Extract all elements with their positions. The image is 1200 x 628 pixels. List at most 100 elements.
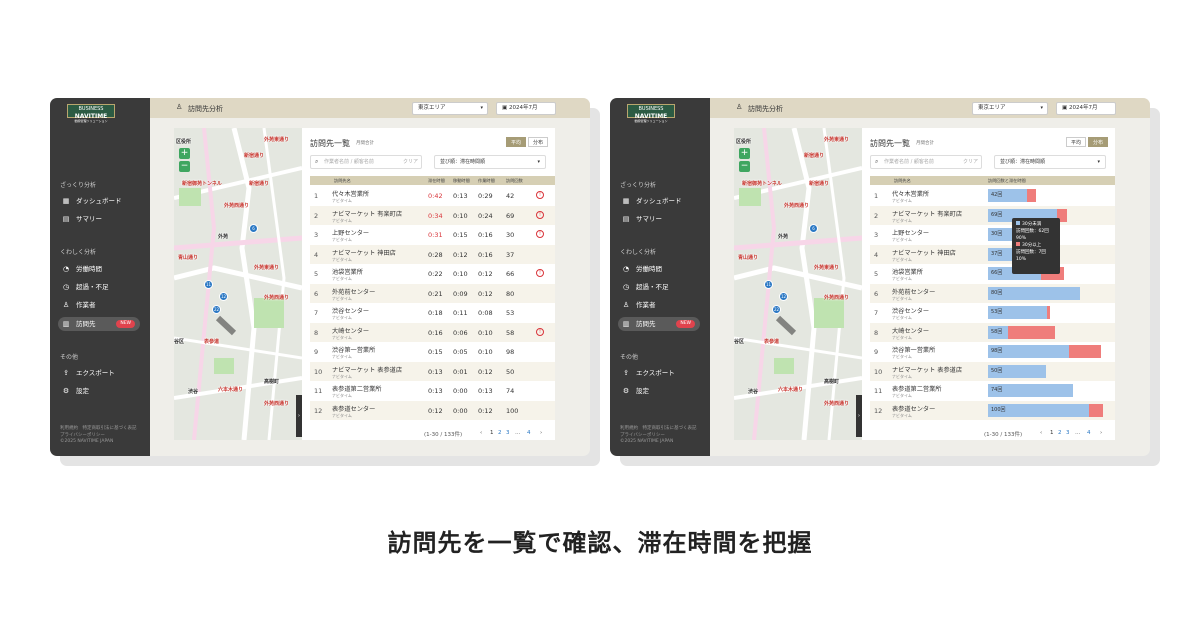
sidebar-item-settings[interactable]: ⚙ 設定 [58,384,140,398]
table-row[interactable]: 7 渋谷センター ナビタイム 53回 [870,303,1115,323]
map-pin[interactable]: 12 [219,292,228,301]
table-row[interactable]: 2 ナビマーケット 有楽町店 ナビタイム 69回 [870,205,1115,225]
map-pin[interactable]: 11 [764,280,773,289]
footer-terms-link[interactable]: 利用規約 特定商取引法に基づく表記 [620,426,697,433]
table-row[interactable]: 4 ナビマーケット 神田店 ナビタイム 0:28 0:12 0:16 37 [310,244,555,264]
area-select[interactable]: 東京エリア ▾ [972,102,1048,115]
bar-under-30[interactable]: 50回 [988,364,1046,378]
map-pin[interactable]: 12 [779,292,788,301]
pager-prev-button[interactable]: ‹ [1040,430,1042,436]
table-row[interactable]: 9 渋谷第一営業所 ナビタイム 0:15 0:05 0:10 98 [310,342,555,362]
pager-page-2[interactable]: 2 [1058,430,1062,436]
sidebar-item-dashboard[interactable]: ▦ ダッシュボード [58,194,140,208]
footer-terms-link[interactable]: 利用規約 特定商取引法に基づく表記 [60,426,137,433]
sidebar-item-summary[interactable]: ▤ サマリー [618,212,700,226]
bar-under-30[interactable]: 74回 [988,384,1074,397]
map-collapse-handle[interactable]: › [296,395,302,437]
month-select[interactable]: ▣ 2024年7月 [1056,102,1116,115]
zoom-in-button[interactable]: + [179,148,190,159]
bar-over-30[interactable] [1047,306,1051,319]
table-row[interactable]: 12 表参道センター ナビタイム 100回 [870,400,1115,420]
table-row[interactable]: 1 代々木営業所 ナビタイム 42回 [870,186,1115,206]
search-input[interactable]: ⌕ 作業者名前 / 顧客名前 クリア [310,155,422,169]
sidebar-item-workers[interactable]: ♙ 作業者 [58,298,140,312]
tooltip-text: 30分以上 [1022,243,1042,248]
table-header: 訪問先名 滞在時間 移動時間 作業時間 訪問回数 [310,176,555,185]
table-row[interactable]: 5 池袋営業所 ナビタイム 0:22 0:10 0:12 66! [310,264,555,284]
legend-swatch [1016,221,1020,225]
toggle-average[interactable]: 平均 [506,137,526,147]
table-row[interactable]: 10 ナビマーケット 表参道店 ナビタイム 50回 [870,361,1115,381]
sidebar-item-export[interactable]: ⇪ エクスポート [618,366,700,380]
bar-over-30[interactable] [1069,345,1101,358]
bar-under-30[interactable]: 100回 [988,403,1090,417]
bar-under-30[interactable]: 98回 [988,345,1070,358]
table-row[interactable]: 6 外苑前センター ナビタイム 80回 [870,283,1115,303]
table-row[interactable]: 3 上野センター ナビタイム 30回 [870,225,1115,245]
sidebar-item-settings[interactable]: ⚙ 設定 [618,384,700,398]
search-input[interactable]: ⌕ 作業者名前 / 顧客名前 クリア [870,155,982,169]
bar-under-30[interactable]: 53回 [988,306,1048,319]
bar-over-30[interactable] [1026,189,1037,202]
map-pin[interactable]: 22 [772,305,781,314]
sidebar-item-visits[interactable]: ▥ 訪問先 NEW [618,317,700,331]
map-pin[interactable]: 22 [212,305,221,314]
zoom-out-button[interactable]: − [739,161,750,172]
table-row[interactable]: 11 表参道第二営業所 ナビタイム 0:13 0:00 0:13 74 [310,381,555,401]
month-select[interactable]: ▣ 2024年7月 [496,102,556,115]
table-row[interactable]: 8 大崎センター ナビタイム 58回 [870,322,1115,342]
pager-page-last[interactable]: 4 [527,430,531,436]
sidebar-item-workers[interactable]: ♙ 作業者 [618,298,700,312]
map[interactable]: + − 区役所 新宿通り 外苑東通り 新宿御苑トンネル 新宿通り 外苑西通り 外… [174,128,302,440]
sidebar-item-work-hours[interactable]: ◔ 労働時間 [58,262,140,276]
bar-over-30[interactable] [1089,403,1103,417]
sidebar-item-over-under[interactable]: ◷ 超過・不足 [618,280,700,294]
pager-page-1[interactable]: 1 [1050,430,1054,436]
table-row[interactable]: 4 ナビマーケット 神田店 ナビタイム 37回 [870,244,1115,264]
area-select[interactable]: 東京エリア ▾ [412,102,488,115]
table-row[interactable]: 6 外苑前センター ナビタイム 0:21 0:09 0:12 80 [310,283,555,303]
table-row[interactable]: 8 大崎センター ナビタイム 0:16 0:06 0:10 58! [310,322,555,342]
pager-page-2[interactable]: 2 [498,430,502,436]
sidebar-item-work-hours[interactable]: ◔ 労働時間 [618,262,700,276]
sidebar-item-export[interactable]: ⇪ エクスポート [58,366,140,380]
sidebar-item-summary[interactable]: ▤ サマリー [58,212,140,226]
bar-under-30[interactable]: 58回 [988,325,1008,339]
table-row[interactable]: 3 上野センター ナビタイム 0:31 0:15 0:16 30! [310,225,555,245]
toggle-average[interactable]: 平均 [1066,137,1086,147]
pager-prev-button[interactable]: ‹ [480,430,482,436]
map-pin[interactable]: 6 [249,224,258,233]
table-row[interactable]: 1 代々木営業所 ナビタイム 0:42 0:13 0:29 42! [310,186,555,206]
pager-page-3[interactable]: 3 [506,430,510,436]
table-row[interactable]: 2 ナビマーケット 有楽町店 ナビタイム 0:34 0:10 0:24 69! [310,205,555,225]
clear-button[interactable]: クリア [963,156,978,168]
zoom-out-button[interactable]: − [179,161,190,172]
toggle-distribution[interactable]: 分布 [528,137,548,147]
sort-select[interactable]: 並び順：滞在時間順 ▾ [994,155,1106,169]
sidebar-item-dashboard[interactable]: ▦ ダッシュボード [618,194,700,208]
table-row[interactable]: 5 池袋営業所 ナビタイム 66回 [870,264,1115,284]
map[interactable]: + − 区役所 新宿通り 外苑東通り 新宿御苑トンネル 新宿通り 外苑西通り 外… [734,128,862,440]
bar-under-30[interactable]: 42回 [988,189,1027,202]
pager-next-button[interactable]: › [540,430,542,436]
clear-button[interactable]: クリア [403,156,418,168]
bar-over-30[interactable] [1008,325,1055,339]
table-row[interactable]: 10 ナビマーケット 表参道店 ナビタイム 0:13 0:01 0:12 50 [310,361,555,381]
toggle-distribution[interactable]: 分布 [1088,137,1108,147]
table-row[interactable]: 9 渋谷第一営業所 ナビタイム 98回 [870,342,1115,362]
table-row[interactable]: 11 表参道第二営業所 ナビタイム 74回 [870,381,1115,401]
pager-page-1[interactable]: 1 [490,430,494,436]
table-row[interactable]: 7 渋谷センター ナビタイム 0:18 0:11 0:08 53 [310,303,555,323]
pager-page-3[interactable]: 3 [1066,430,1070,436]
table-row[interactable]: 12 表参道センター ナビタイム 0:12 0:00 0:12 100 [310,400,555,420]
sidebar-item-visits[interactable]: ▥ 訪問先 NEW [58,317,140,331]
sidebar-item-over-under[interactable]: ◷ 超過・不足 [58,280,140,294]
sort-select[interactable]: 並び順：滞在時間順 ▾ [434,155,546,169]
map-collapse-handle[interactable]: › [856,395,862,437]
pager-page-last[interactable]: 4 [1087,430,1091,436]
bar-under-30[interactable]: 80回 [988,286,1080,300]
pager-next-button[interactable]: › [1100,430,1102,436]
map-pin[interactable]: 6 [809,224,818,233]
zoom-in-button[interactable]: + [739,148,750,159]
map-pin[interactable]: 11 [204,280,213,289]
